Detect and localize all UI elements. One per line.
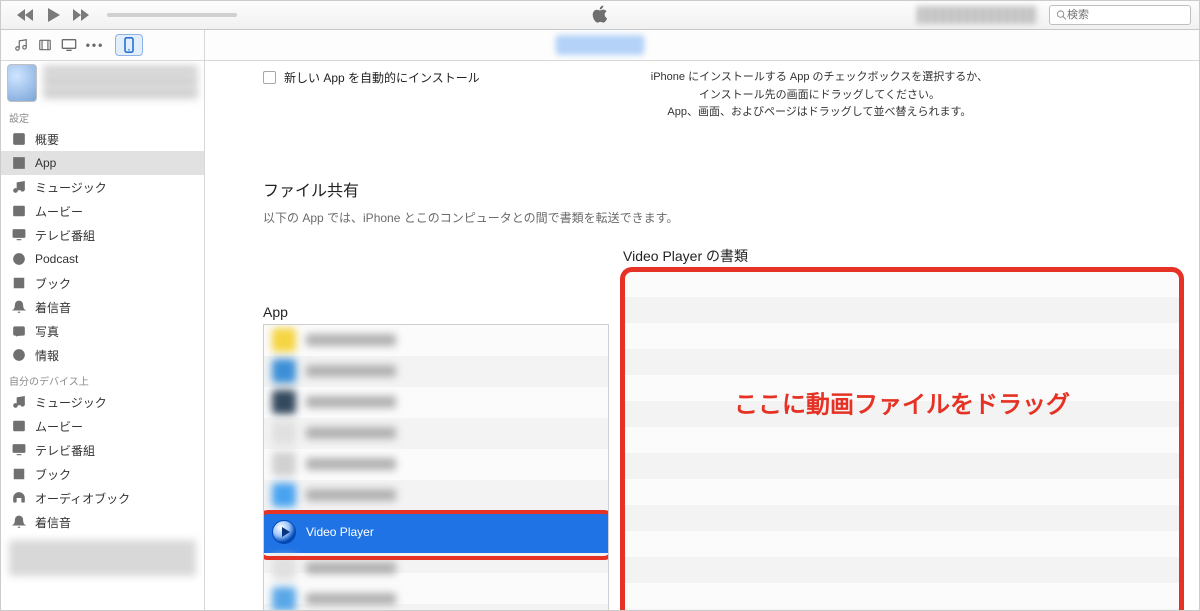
device-header[interactable] bbox=[1, 61, 204, 104]
toolbar-account-area[interactable] bbox=[917, 6, 1037, 24]
next-track-button[interactable] bbox=[67, 3, 95, 27]
search-input[interactable] bbox=[1067, 9, 1184, 21]
sidebar-item-label: ミュージック bbox=[35, 394, 107, 411]
app-row-label: Video Player bbox=[306, 525, 374, 539]
sidebar-item-podcast[interactable]: Podcast bbox=[1, 247, 204, 271]
sidebar-item-label: 情報 bbox=[35, 347, 59, 364]
movie-icon bbox=[11, 418, 27, 434]
sidebar-item-ringtone[interactable]: 着信音 bbox=[1, 510, 204, 534]
sidebar-item-label: 概要 bbox=[35, 131, 59, 148]
podcast-icon bbox=[11, 251, 27, 267]
summary-icon bbox=[11, 131, 27, 147]
sidebar-item-tv[interactable]: テレビ番組 bbox=[1, 438, 204, 462]
sidebar-item-book[interactable]: ブック bbox=[1, 462, 204, 486]
documents-drop-area[interactable]: ここに動画ファイルをドラッグ bbox=[623, 270, 1181, 610]
main-content: 新しい App を自動的にインストール iPhone にインストールする App… bbox=[205, 61, 1199, 610]
sidebar-item-label: 着信音 bbox=[35, 514, 71, 531]
music-icon bbox=[11, 394, 27, 410]
device-name-pill[interactable] bbox=[556, 35, 645, 55]
ringtone-icon bbox=[11, 299, 27, 315]
sidebar-item-book[interactable]: ブック bbox=[1, 271, 204, 295]
sidebar-item-photo[interactable]: 写真 bbox=[1, 319, 204, 343]
sidebar-item-label: オーディオブック bbox=[35, 490, 130, 507]
book-icon bbox=[11, 466, 27, 482]
apple-logo-icon bbox=[591, 4, 609, 29]
app-row-video-player[interactable]: Video Player bbox=[264, 511, 608, 553]
sidebar-item-label: Podcast bbox=[35, 252, 78, 266]
device-thumbnail-icon bbox=[7, 64, 37, 102]
tv-icon bbox=[11, 227, 27, 243]
file-sharing-description: 以下の App では、iPhone とこのコンピュータとの間で書類を転送できます… bbox=[263, 209, 1199, 226]
sidebar-item-audiobook[interactable]: オーディオブック bbox=[1, 486, 204, 510]
music-icon bbox=[11, 179, 27, 195]
app-icon bbox=[11, 155, 27, 171]
annotation-text: ここに動画ファイルをドラッグ bbox=[734, 385, 1070, 420]
sidebar-extra bbox=[9, 540, 196, 576]
sidebar-item-movie[interactable]: ムービー bbox=[1, 414, 204, 438]
sidebar-item-app[interactable]: App bbox=[1, 151, 204, 175]
book-icon bbox=[11, 275, 27, 291]
sidebar: 設定 概要Appミュージックムービーテレビ番組Podcastブック着信音写真情報… bbox=[1, 61, 205, 610]
sidebar-item-ringtone[interactable]: 着信音 bbox=[1, 295, 204, 319]
tv-icon bbox=[11, 442, 27, 458]
sidebar-item-tv[interactable]: テレビ番組 bbox=[1, 223, 204, 247]
sidebar-item-label: ムービー bbox=[35, 203, 83, 220]
sidebar-item-info[interactable]: 情報 bbox=[1, 343, 204, 367]
app-instructions: iPhone にインストールする App のチェックボックスを選択するか、 イン… bbox=[480, 69, 1199, 122]
sidebar-item-label: テレビ番組 bbox=[35, 227, 95, 244]
sidebar-item-label: テレビ番組 bbox=[35, 442, 95, 459]
search-box[interactable] bbox=[1049, 5, 1191, 25]
photo-icon bbox=[11, 323, 27, 339]
more-tabs-button[interactable]: ••• bbox=[81, 38, 109, 52]
sidebar-item-label: ブック bbox=[35, 466, 71, 483]
auto-install-checkbox[interactable] bbox=[263, 71, 276, 84]
device-metadata bbox=[43, 66, 198, 100]
sidebar-item-label: ミュージック bbox=[35, 179, 107, 196]
sidebar-item-movie[interactable]: ムービー bbox=[1, 199, 204, 223]
sidebar-item-music[interactable]: ミュージック bbox=[1, 390, 204, 414]
auto-install-label: 新しい App を自動的にインストール bbox=[284, 69, 480, 86]
volume-slider[interactable] bbox=[107, 13, 237, 17]
sidebar-item-label: ブック bbox=[35, 275, 71, 292]
sidebar-item-label: App bbox=[35, 156, 56, 170]
sidebar-section-on-device: 自分のデバイス上 bbox=[1, 367, 204, 390]
app-column-heading: App bbox=[263, 304, 609, 320]
ringtone-icon bbox=[11, 514, 27, 530]
app-list[interactable]: Video Player bbox=[263, 324, 609, 610]
file-sharing-heading: ファイル共有 bbox=[263, 177, 1199, 201]
category-toolbar: ••• bbox=[1, 30, 1199, 61]
tv-tab-icon[interactable] bbox=[57, 33, 81, 57]
annotation-highlight-docs bbox=[620, 267, 1184, 610]
music-tab-icon[interactable] bbox=[9, 33, 33, 57]
top-toolbar bbox=[1, 1, 1199, 30]
prev-track-button[interactable] bbox=[11, 3, 39, 27]
documents-column-heading: Video Player の書類 bbox=[623, 246, 1181, 266]
movies-tab-icon[interactable] bbox=[33, 33, 57, 57]
sidebar-section-settings: 設定 bbox=[1, 104, 204, 127]
device-tab-icon[interactable] bbox=[115, 34, 143, 56]
sidebar-item-label: ムービー bbox=[35, 418, 83, 435]
sidebar-item-label: 写真 bbox=[35, 323, 59, 340]
play-button[interactable] bbox=[39, 3, 67, 27]
sidebar-item-music[interactable]: ミュージック bbox=[1, 175, 204, 199]
movie-icon bbox=[11, 203, 27, 219]
audiobook-icon bbox=[11, 490, 27, 506]
video-player-icon bbox=[272, 520, 296, 544]
sidebar-item-summary[interactable]: 概要 bbox=[1, 127, 204, 151]
info-icon bbox=[11, 347, 27, 363]
sidebar-item-label: 着信音 bbox=[35, 299, 71, 316]
